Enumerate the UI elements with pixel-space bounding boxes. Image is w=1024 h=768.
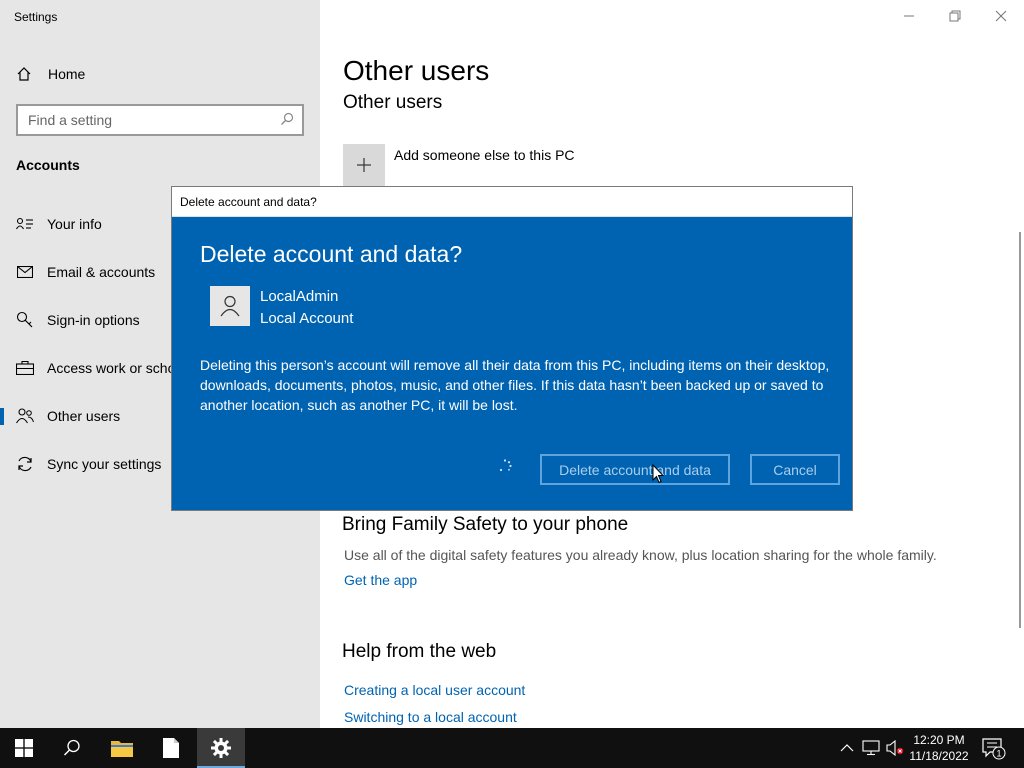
sidebar-item-label: Access work or scho xyxy=(47,360,176,376)
show-hidden-icons-chevron-up-icon[interactable] xyxy=(838,740,856,756)
delete-account-button[interactable]: Delete account and data xyxy=(540,454,730,485)
search-placeholder: Find a setting xyxy=(28,112,113,128)
restore-button[interactable] xyxy=(932,0,978,32)
home-nav[interactable]: Home xyxy=(16,63,85,85)
close-button[interactable] xyxy=(978,0,1024,32)
cancel-button[interactable]: Cancel xyxy=(750,454,840,485)
gear-icon xyxy=(211,738,231,758)
help-link-create-local[interactable]: Creating a local user account xyxy=(344,682,525,698)
close-icon xyxy=(995,10,1007,22)
start-button[interactable] xyxy=(0,728,48,768)
search-taskbar-button[interactable] xyxy=(48,728,96,768)
restore-icon xyxy=(949,10,961,22)
family-safety-description: Use all of the digital safety features y… xyxy=(344,547,937,563)
page-title: Other users xyxy=(343,55,490,86)
people-icon xyxy=(15,406,35,426)
search-input[interactable]: Find a setting xyxy=(16,104,304,136)
account-name: LocalAdmin xyxy=(260,288,339,305)
help-link-switch-local[interactable]: Switching to a local account xyxy=(344,709,517,725)
search-icon[interactable] xyxy=(280,112,294,129)
clock-time: 12:20 PM xyxy=(913,733,965,747)
sync-icon xyxy=(15,454,35,474)
section-title: Accounts xyxy=(16,157,80,173)
user-icon xyxy=(220,295,240,317)
clock-date: 11/18/2022 xyxy=(909,749,969,763)
minimize-button[interactable] xyxy=(886,0,932,32)
document-icon xyxy=(163,738,179,758)
section-heading: Other users xyxy=(343,92,443,113)
add-user-label[interactable]: Add someone else to this PC xyxy=(394,147,575,163)
plus-icon xyxy=(357,158,371,172)
notepad-button[interactable] xyxy=(147,728,195,768)
clock[interactable]: 12:20 PM 11/18/2022 xyxy=(904,732,974,764)
mail-icon xyxy=(15,262,35,282)
home-icon xyxy=(16,66,36,82)
dialog-heading: Delete account and data? xyxy=(200,241,463,267)
sidebar-item-label: Sync your settings xyxy=(47,456,162,472)
volume-muted-icon[interactable] xyxy=(886,740,904,756)
account-type: Local Account xyxy=(260,310,354,327)
sidebar-item-label: Other users xyxy=(47,408,121,424)
add-user-button[interactable] xyxy=(343,144,385,186)
network-icon[interactable] xyxy=(862,740,880,756)
loading-spinner-icon xyxy=(498,459,512,478)
briefcase-icon xyxy=(15,358,35,378)
sidebar-item-label: Your info xyxy=(47,216,102,232)
avatar xyxy=(210,286,250,326)
app-title: Settings xyxy=(14,10,58,24)
sidebar-item-label: Email & accounts xyxy=(47,264,156,280)
folder-icon xyxy=(111,741,133,757)
settings-taskbar-button[interactable] xyxy=(197,728,245,768)
delete-account-dialog: Delete account and data? Delete account … xyxy=(171,186,853,511)
sidebar-item-label: Sign-in options xyxy=(47,312,140,328)
window-controls xyxy=(886,0,1024,32)
search-icon xyxy=(63,739,80,756)
help-heading: Help from the web xyxy=(342,641,497,662)
dialog-titlebar: Delete account and data? xyxy=(172,187,852,217)
notification-count: 1 xyxy=(996,749,1001,759)
scrollbar[interactable] xyxy=(1019,232,1021,628)
get-app-link[interactable]: Get the app xyxy=(344,572,417,588)
notification-icon: 1 xyxy=(982,738,1006,760)
windows-logo-icon xyxy=(15,739,33,757)
mouse-cursor-icon xyxy=(652,463,665,489)
taskbar: 12:20 PM 11/18/2022 1 xyxy=(0,728,1024,768)
file-explorer-button[interactable] xyxy=(98,728,146,768)
family-safety-heading: Bring Family Safety to your phone xyxy=(342,514,629,535)
dialog-message: Deleting this person’s account will remo… xyxy=(200,357,830,413)
minimize-icon xyxy=(904,15,914,17)
home-label: Home xyxy=(48,66,86,82)
person-card-icon xyxy=(15,214,35,234)
key-icon xyxy=(15,310,35,330)
notification-center-button[interactable]: 1 xyxy=(982,738,1006,765)
